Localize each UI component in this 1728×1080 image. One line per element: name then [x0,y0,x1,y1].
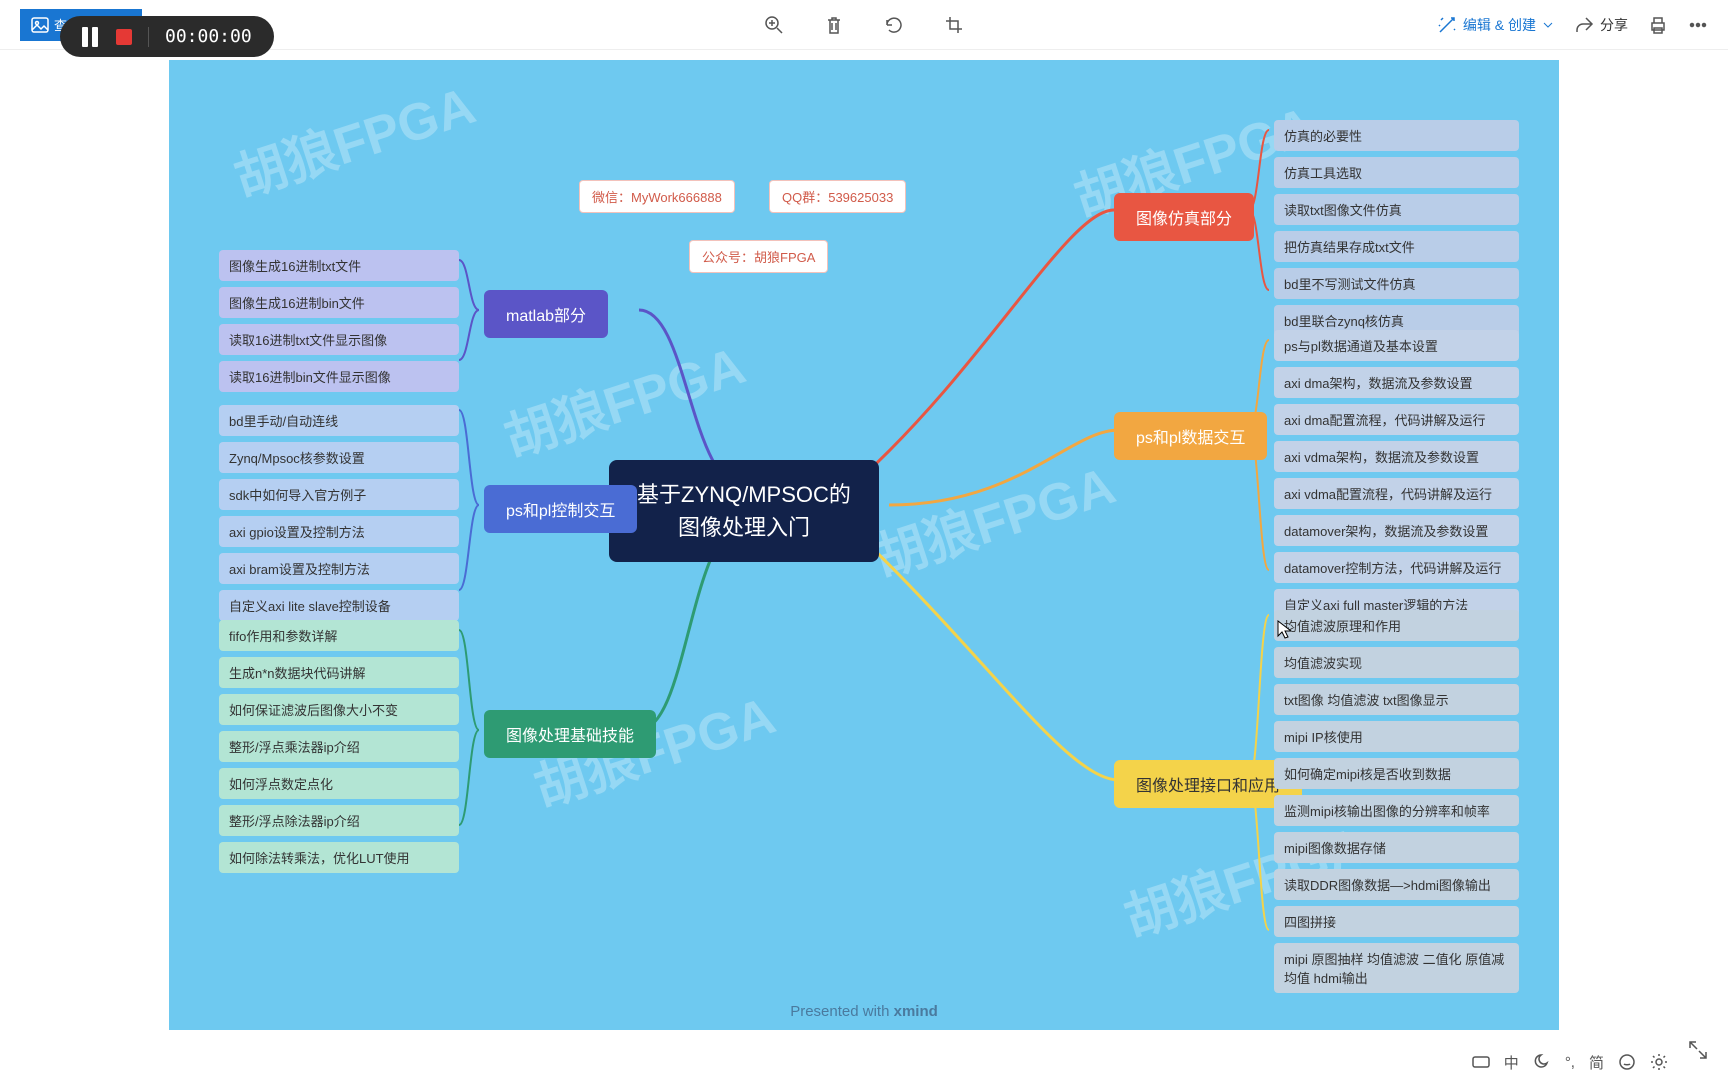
list-item[interactable]: mipi图像数据存储 [1274,832,1519,863]
ime-bar: 中 °, 简 [1472,1044,1668,1080]
list-item[interactable]: 均值滤波实现 [1274,647,1519,678]
leaves-sim: 仿真的必要性 仿真工具选取 读取txt图像文件仿真 把仿真结果存成txt文件 b… [1274,120,1519,336]
image-icon [30,15,50,35]
list-item[interactable]: 监测mipi核输出图像的分辨率和帧率 [1274,795,1519,826]
list-item[interactable]: 读取txt图像文件仿真 [1274,194,1519,225]
mindmap-canvas[interactable]: 胡狼FPGA 胡狼FPGA 胡狼FPGA 胡狼FPGA 胡狼FPGA 胡狼FPG… [169,60,1559,1030]
branch-imgproc-basic[interactable]: 图像处理基础技能 [484,710,656,758]
magic-icon [1437,15,1457,35]
list-item[interactable]: 整形/浮点除法器ip介绍 [219,805,459,836]
stop-button[interactable] [116,29,132,45]
list-item[interactable]: 图像生成16进制txt文件 [219,250,459,281]
watermark: 胡狼FPGA [863,443,1122,591]
list-item[interactable]: ps与pl数据通道及基本设置 [1274,330,1519,361]
center-line2: 图像处理入门 [637,511,851,544]
list-item[interactable]: axi bram设置及控制方法 [219,553,459,584]
rotate-icon[interactable] [884,15,904,35]
list-item[interactable]: 图像生成16进制bin文件 [219,287,459,318]
list-item[interactable]: axi dma架构，数据流及参数设置 [1274,367,1519,398]
edit-create-label: 编辑 & 创建 [1463,15,1536,35]
pause-button[interactable] [82,27,100,47]
list-item[interactable]: datamover架构，数据流及参数设置 [1274,515,1519,546]
watermark: 胡狼FPGA [223,63,482,211]
crop-icon[interactable] [944,15,964,35]
leaves-pspl-data: ps与pl数据通道及基本设置 axi dma架构，数据流及参数设置 axi dm… [1274,330,1519,620]
list-item[interactable]: 如何浮点数定点化 [219,768,459,799]
branch-pspl-data[interactable]: ps和pl数据交互 [1114,412,1267,460]
wechat-badge: 微信：MyWork666888 [579,180,735,213]
leaves-imgproc-app: 均值滤波原理和作用 均值滤波实现 txt图像 均值滤波 txt图像显示 mipi… [1274,610,1519,993]
list-item[interactable]: mipi IP核使用 [1274,721,1519,752]
list-item[interactable]: Zynq/Mpsoc核参数设置 [219,442,459,473]
list-item[interactable]: bd里不写测试文件仿真 [1274,268,1519,299]
share-button[interactable]: 分享 [1574,15,1628,35]
leaves-imgproc-basic: fifo作用和参数详解 生成n*n数据块代码讲解 如何保证滤波后图像大小不变 整… [219,620,459,873]
list-item[interactable]: datamover控制方法，代码讲解及运行 [1274,552,1519,583]
mouse-cursor-icon [1277,620,1293,640]
share-icon [1574,15,1594,35]
presented-prefix: Presented with [790,1003,893,1020]
keyboard-icon[interactable] [1472,1053,1490,1071]
list-item[interactable]: axi gpio设置及控制方法 [219,516,459,547]
list-item[interactable]: sdk中如何导入官方例子 [219,479,459,510]
leaves-pspl-ctrl: bd里手动/自动连线 Zynq/Mpsoc核参数设置 sdk中如何导入官方例子 … [219,405,459,621]
list-item[interactable]: 如何除法转乘法，优化LUT使用 [219,842,459,873]
divider [148,27,149,47]
presented-brand: xmind [894,1003,938,1020]
canvas-wrap: 胡狼FPGA 胡狼FPGA 胡狼FPGA 胡狼FPGA 胡狼FPGA 胡狼FPG… [0,50,1728,1040]
trash-icon[interactable] [824,15,844,35]
gzh-badge: 公众号：胡狼FPGA [689,240,828,273]
ime-jian[interactable]: 简 [1589,1052,1604,1073]
list-item[interactable]: axi dma配置流程，代码讲解及运行 [1274,404,1519,435]
gear-icon[interactable] [1650,1053,1668,1071]
branch-matlab[interactable]: matlab部分 [484,290,608,338]
leaves-matlab: 图像生成16进制txt文件 图像生成16进制bin文件 读取16进制txt文件显… [219,250,459,392]
list-item[interactable]: 把仿真结果存成txt文件 [1274,231,1519,262]
toolbar-right: 编辑 & 创建 分享 [1437,15,1708,35]
watermark: 胡狼FPGA [493,323,752,471]
list-item[interactable]: 四图拼接 [1274,906,1519,937]
toolbar-center [764,15,964,35]
list-item[interactable]: fifo作用和参数详解 [219,620,459,651]
list-item[interactable]: 如何保证滤波后图像大小不变 [219,694,459,725]
edit-create-button[interactable]: 编辑 & 创建 [1437,15,1554,35]
chevron-down-icon [1542,19,1554,31]
more-icon[interactable] [1688,15,1708,35]
list-item[interactable]: txt图像 均值滤波 txt图像显示 [1274,684,1519,715]
qq-badge: QQ群：539625033 [769,180,906,213]
ime-chn[interactable]: 中 [1504,1052,1519,1073]
list-item[interactable]: 读取16进制txt文件显示图像 [219,324,459,355]
list-item[interactable]: 生成n*n数据块代码讲解 [219,657,459,688]
zoom-in-icon[interactable] [764,15,784,35]
list-item[interactable]: 均值滤波原理和作用 [1274,610,1519,641]
list-item[interactable]: 读取DDR图像数据—>hdmi图像输出 [1274,869,1519,900]
print-icon[interactable] [1648,15,1668,35]
share-label: 分享 [1600,15,1628,35]
list-item[interactable]: 仿真工具选取 [1274,157,1519,188]
list-item[interactable]: mipi 原图抽样 均值滤波 二值化 原值减均值 hdmi输出 [1274,943,1519,993]
list-item[interactable]: 如何确定mipi核是否收到数据 [1274,758,1519,789]
branch-pspl-ctrl[interactable]: ps和pl控制交互 [484,485,637,533]
list-item[interactable]: 整形/浮点乘法器ip介绍 [219,731,459,762]
screen-recorder-bar: 00:00:00 [60,16,274,57]
list-item[interactable]: axi vdma配置流程，代码讲解及运行 [1274,478,1519,509]
list-item[interactable]: axi vdma架构，数据流及参数设置 [1274,441,1519,472]
fullscreen-icon[interactable] [1688,1040,1708,1060]
smile-icon[interactable] [1618,1053,1636,1071]
center-line1: 基于ZYNQ/MPSOC的 [637,478,851,511]
list-item[interactable]: 仿真的必要性 [1274,120,1519,151]
branch-sim[interactable]: 图像仿真部分 [1114,193,1254,241]
moon-icon[interactable] [1533,1053,1551,1071]
recording-time: 00:00:00 [165,26,252,47]
list-item[interactable]: 自定义axi lite slave控制设备 [219,590,459,621]
list-item[interactable]: bd里手动/自动连线 [219,405,459,436]
list-item[interactable]: 读取16进制bin文件显示图像 [219,361,459,392]
ime-punct[interactable]: °, [1565,1054,1575,1071]
presented-with: Presented with xmind [790,1003,938,1020]
center-node[interactable]: 基于ZYNQ/MPSOC的 图像处理入门 [609,460,879,562]
